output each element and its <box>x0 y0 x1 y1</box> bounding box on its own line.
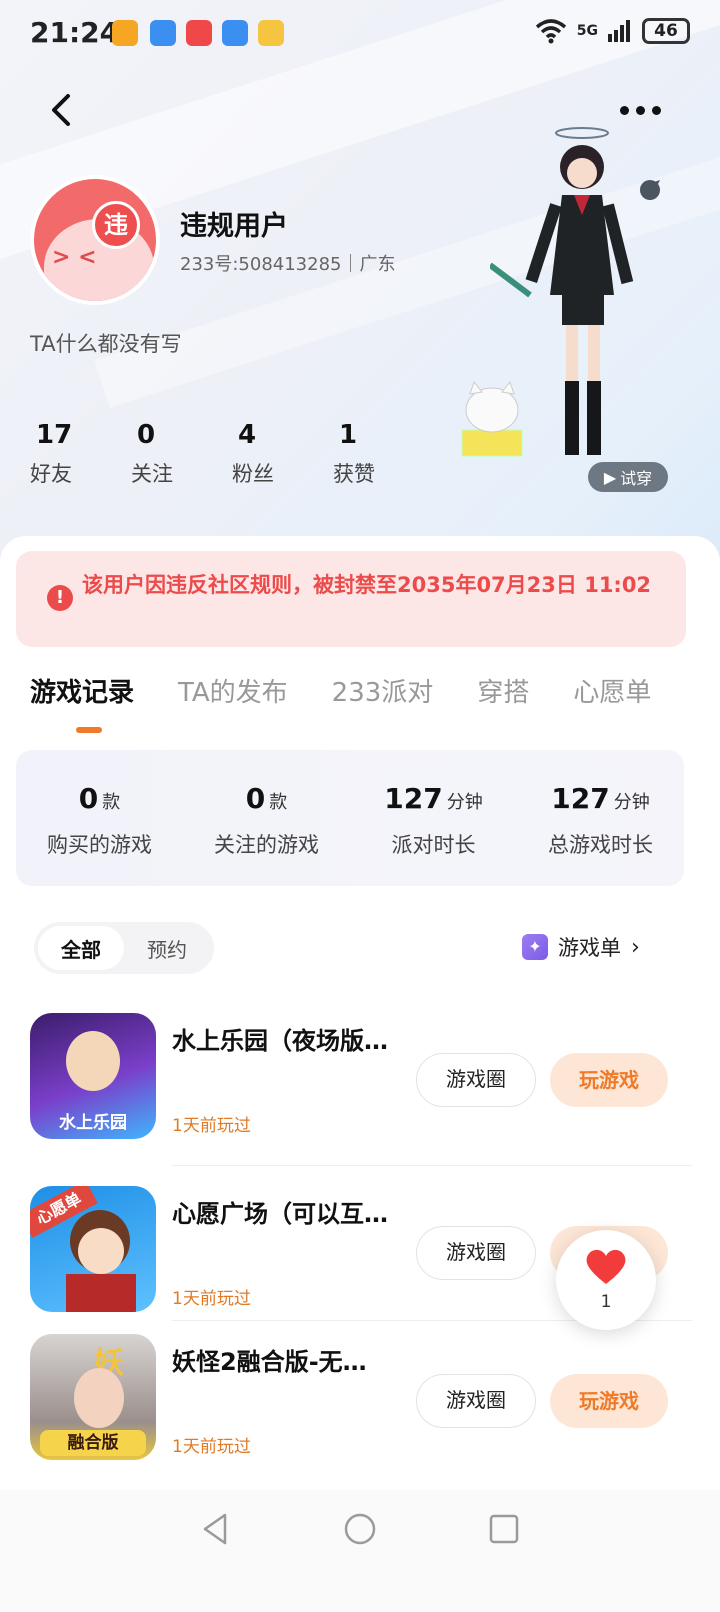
game-title: 心愿广场（可以互… <box>172 1200 388 1228</box>
profile-tabs: 游戏记录 TA的发布 233派对 穿搭 心愿单 <box>30 672 695 709</box>
back-button[interactable] <box>46 92 78 128</box>
game-icon: 水上乐园 <box>30 1013 156 1139</box>
profile-stats: 17 好友 0 关注 4 粉丝 1 获赞 <box>30 420 434 488</box>
play-game-button[interactable]: 玩游戏 <box>550 1374 668 1428</box>
summary-total-time[interactable]: 127 分钟 总游戏时长 <box>517 750 684 886</box>
user-id-location: 233号:508413285｜广东 <box>180 254 396 275</box>
game-icon: 妖 融合版 <box>30 1334 156 1460</box>
game-last-played: 1天前玩过 <box>172 1116 251 1136</box>
nav-back-icon[interactable] <box>199 1512 233 1546</box>
summary-value: 0 <box>78 782 99 815</box>
avatar-violation-badge: 违 <box>92 201 140 249</box>
summary-value: 127 <box>384 782 443 815</box>
battery-icon: 46 <box>642 18 690 44</box>
chevron-right-icon: › <box>631 934 640 960</box>
filter-all[interactable]: 全部 <box>38 926 124 970</box>
game-last-played: 1天前玩过 <box>172 1289 251 1309</box>
stat-label: 关注 <box>131 462 173 486</box>
shirt-icon: ▶ <box>603 467 617 487</box>
summary-unit: 分钟 <box>446 792 483 813</box>
warning-icon: ! <box>47 585 73 611</box>
stat-value: 4 <box>238 420 257 450</box>
summary-label: 派对时长 <box>391 833 476 857</box>
game-list-link[interactable]: ✦ 游戏单 › <box>522 932 640 962</box>
notification-icon <box>186 20 212 46</box>
try-on-button[interactable]: ▶ 试穿 <box>588 462 668 492</box>
stat-label: 好友 <box>30 462 72 486</box>
cat-box-decoration <box>461 380 523 457</box>
game-circle-button[interactable]: 游戏圈 <box>416 1226 536 1280</box>
status-time: 21:24 <box>30 16 120 49</box>
game-icon-label: 水上乐园 <box>59 1113 127 1133</box>
nav-home-icon[interactable] <box>343 1512 377 1546</box>
like-button[interactable]: 1 <box>556 1230 656 1330</box>
more-dot <box>620 105 629 115</box>
nav-recents-icon[interactable] <box>487 1512 521 1546</box>
tab-wishlist[interactable]: 心愿单 <box>573 672 651 709</box>
ban-notice: ! 该用户因违反社区规则，被封禁至2035年07月23日 11:02 <box>16 551 686 647</box>
game-row[interactable]: 水上乐园 水上乐园（夜场版… 1天前玩过 游戏圈 玩游戏 <box>0 1013 720 1163</box>
summary-label: 购买的游戏 <box>47 833 152 857</box>
signal-icon: 5G <box>576 23 598 39</box>
filter-reserved[interactable]: 预约 <box>124 926 210 970</box>
summary-value: 0 <box>245 782 266 815</box>
signal-bars-icon <box>608 20 630 42</box>
game-summary: 0款 购买的游戏 0款 关注的游戏 127 分钟 派对时长 127 分钟 总游戏时长 <box>16 750 684 886</box>
try-on-label: 试穿 <box>620 469 653 488</box>
stat-value: 0 <box>137 420 156 450</box>
avatar-eyes: > < <box>52 245 97 270</box>
game-list-label: 游戏单 <box>558 936 621 960</box>
game-title: 水上乐园（夜场版… <box>172 1027 388 1055</box>
summary-label: 总游戏时长 <box>548 833 653 857</box>
summary-purchased[interactable]: 0款 购买的游戏 <box>16 750 183 886</box>
like-count: 1 <box>600 1292 612 1312</box>
summary-unit: 款 <box>269 792 288 813</box>
game-circle-button[interactable]: 游戏圈 <box>416 1374 536 1428</box>
system-navigation-bar <box>0 1490 720 1612</box>
game-title: 妖怪2融合版-无… <box>172 1348 367 1376</box>
more-dot <box>652 105 661 115</box>
heart-icon <box>586 1249 626 1284</box>
stat-following[interactable]: 0 关注 <box>131 420 232 488</box>
notification-icon <box>150 20 176 46</box>
tab-game-records[interactable]: 游戏记录 <box>30 672 134 709</box>
more-dot <box>636 105 645 115</box>
stat-label: 获赞 <box>333 462 375 486</box>
play-game-button[interactable]: 玩游戏 <box>550 1053 668 1107</box>
wifi-icon <box>535 19 566 44</box>
summary-followed[interactable]: 0款 关注的游戏 <box>183 750 350 886</box>
tab-posts[interactable]: TA的发布 <box>178 672 288 709</box>
username: 违规用户 <box>180 211 288 242</box>
stat-likes[interactable]: 1 获赞 <box>333 420 434 488</box>
divider <box>172 1165 692 1166</box>
active-tab-indicator <box>76 727 102 733</box>
stat-friends[interactable]: 17 好友 <box>30 420 131 488</box>
summary-label: 关注的游戏 <box>214 833 319 857</box>
stat-value: 1 <box>339 420 358 450</box>
stat-value: 17 <box>36 420 73 450</box>
user-bio: TA什么都没有写 <box>30 332 182 356</box>
game-icon: 心愿单 <box>30 1186 156 1312</box>
sparkle-icon: ✦ <box>522 934 548 960</box>
game-filter-toggle: 全部 预约 <box>34 922 214 974</box>
stat-label: 粉丝 <box>232 462 274 486</box>
tab-party[interactable]: 233派对 <box>332 672 434 709</box>
summary-party-time[interactable]: 127 分钟 派对时长 <box>350 750 517 886</box>
tab-outfits[interactable]: 穿搭 <box>477 672 529 709</box>
game-row[interactable]: 妖 融合版 妖怪2融合版-无… 1天前玩过 游戏圈 玩游戏 <box>0 1334 720 1484</box>
notification-icon <box>112 20 138 46</box>
game-last-played: 1天前玩过 <box>172 1437 251 1457</box>
notification-icon <box>258 20 284 46</box>
summary-value: 127 <box>551 782 610 815</box>
summary-unit: 款 <box>102 792 121 813</box>
more-options-button[interactable] <box>620 98 668 122</box>
game-icon-label: 融合版 <box>40 1430 146 1456</box>
stat-fans[interactable]: 4 粉丝 <box>232 420 333 488</box>
status-bar: 21:24 5G 46 <box>0 0 720 68</box>
avatar[interactable]: > < 违 <box>30 175 160 305</box>
ban-notice-text: 该用户因违反社区规则，被封禁至2035年07月23日 11:02 <box>82 573 652 597</box>
game-circle-button[interactable]: 游戏圈 <box>416 1053 536 1107</box>
notification-icon <box>222 20 248 46</box>
summary-unit: 分钟 <box>613 792 650 813</box>
